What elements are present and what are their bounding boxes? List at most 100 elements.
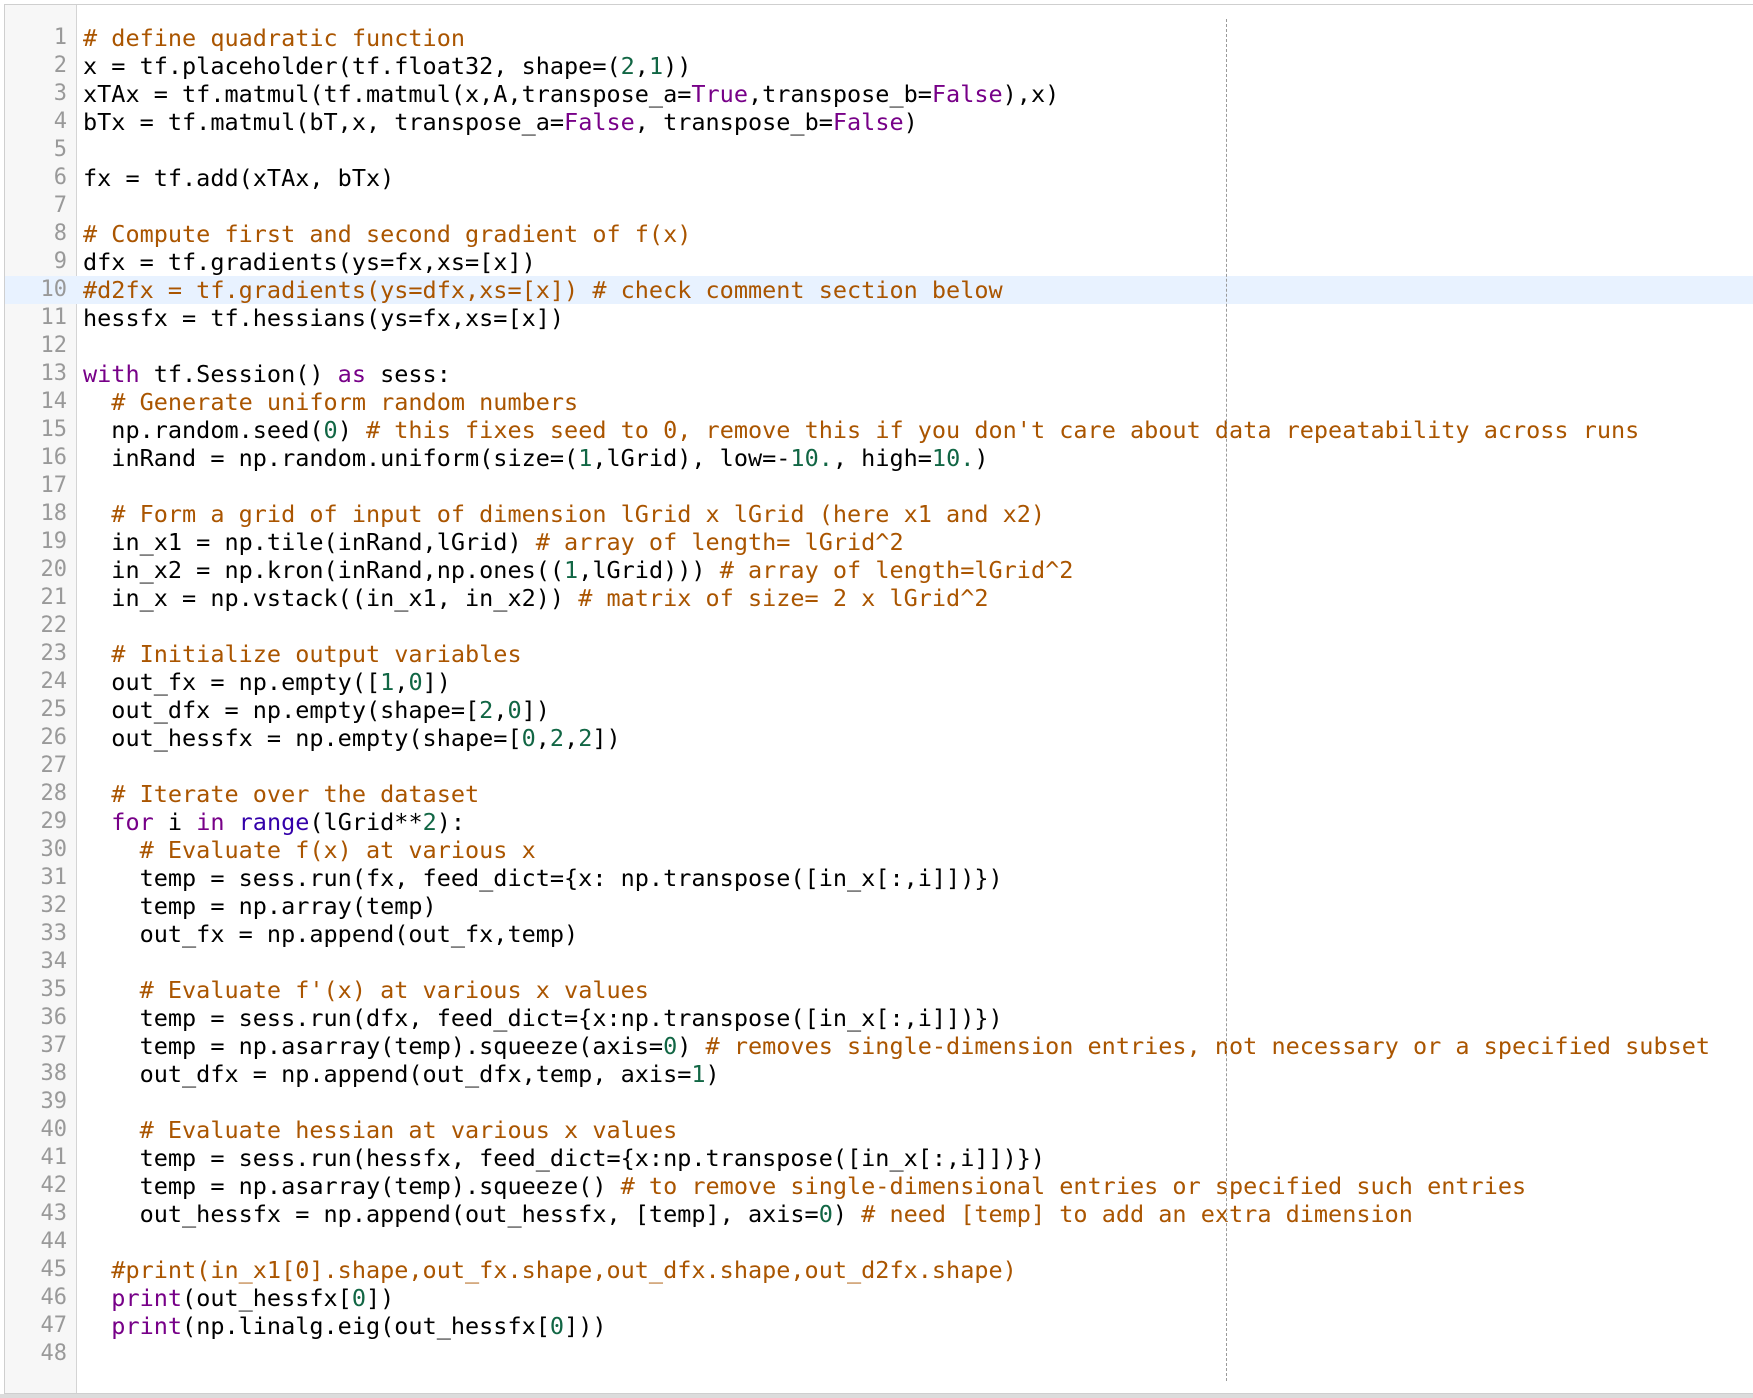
line-code[interactable]: in_x1 = np.tile(inRand,lGrid) # array of… <box>83 528 903 556</box>
line-code[interactable]: dfx = tf.gradients(ys=fx,xs=[x]) <box>83 248 536 276</box>
code-line[interactable]: 27 <box>5 752 1753 780</box>
code-line[interactable]: 32 temp = np.array(temp) <box>5 892 1753 920</box>
line-code[interactable]: # define quadratic function <box>83 24 465 52</box>
line-number: 41 <box>40 1145 68 1170</box>
code-line[interactable]: 31 temp = sess.run(fx, feed_dict={x: np.… <box>5 864 1753 892</box>
line-code[interactable]: temp = sess.run(fx, feed_dict={x: np.tra… <box>83 864 1003 892</box>
horizontal-scrollbar-track[interactable] <box>0 1394 1753 1398</box>
code-line[interactable]: 36 temp = sess.run(dfx, feed_dict={x:np.… <box>5 1004 1753 1032</box>
code-line[interactable]: 45 #print(in_x1[0].shape,out_fx.shape,ou… <box>5 1256 1753 1284</box>
code-line[interactable]: 10 #d2fx = tf.gradients(ys=dfx,xs=[x]) # … <box>5 276 1753 304</box>
code-line[interactable]: 26 out_hessfx = np.empty(shape=[0,2,2]) <box>5 724 1753 752</box>
line-code[interactable]: print(np.linalg.eig(out_hessfx[0])) <box>83 1312 606 1340</box>
line-code[interactable]: out_dfx = np.empty(shape=[2,0]) <box>83 696 550 724</box>
code-line[interactable]: 7 <box>5 192 1753 220</box>
code-line[interactable]: 2x = tf.placeholder(tf.float32, shape=(2… <box>5 52 1753 80</box>
code-line[interactable]: 41 temp = sess.run(hessfx, feed_dict={x:… <box>5 1144 1753 1172</box>
code-line[interactable]: 14 # Generate uniform random numbers <box>5 388 1753 416</box>
code-line[interactable]: 44 <box>5 1228 1753 1256</box>
code-line[interactable]: 30 # Evaluate f(x) at various x <box>5 836 1753 864</box>
code-editor[interactable]: 1 # define quadratic function 2 x = tf.plac… <box>4 4 1753 1394</box>
code-line[interactable]: 35 # Evaluate f'(x) at various x values <box>5 976 1753 1004</box>
code-lines[interactable]: 1 # define quadratic function 2 x = tf.plac… <box>5 24 1753 1368</box>
line-number: 3 <box>53 81 67 106</box>
code-line[interactable]: 43 out_hessfx = np.append(out_hessfx, [t… <box>5 1200 1753 1228</box>
code-line[interactable]: 21 in_x = np.vstack((in_x1, in_x2)) # ma… <box>5 584 1753 612</box>
line-code[interactable]: np.random.seed(0) # this fixes seed to 0… <box>83 416 1639 444</box>
code-line[interactable]: 9 dfx = tf.gradients(ys=fx,xs=[x]) <box>5 248 1753 276</box>
code-line[interactable]: 23 # Initialize output variables <box>5 640 1753 668</box>
code-line[interactable]: 29 for i in range(lGrid**2): <box>5 808 1753 836</box>
line-code[interactable]: temp = np.asarray(temp).squeeze() # to r… <box>83 1172 1527 1200</box>
line-code[interactable]: out_fx = np.append(out_fx,temp) <box>83 920 579 948</box>
code-token: 10. <box>931 444 975 472</box>
code-line[interactable]: 17 <box>5 472 1753 500</box>
code-line[interactable]: 19 in_x1 = np.tile(inRand,lGrid) # array… <box>5 528 1753 556</box>
line-code[interactable]: #print(in_x1[0].shape,out_fx.shape,out_d… <box>83 1256 1016 1284</box>
line-code[interactable]: for i in range(lGrid**2): <box>83 808 465 836</box>
line-code[interactable]: print(out_hessfx[0]) <box>83 1284 394 1312</box>
line-code[interactable]: out_dfx = np.append(out_dfx,temp, axis=1… <box>83 1060 720 1088</box>
line-code[interactable]: out_fx = np.empty([1,0]) <box>83 668 451 696</box>
code-line[interactable]: 15 np.random.seed(0) # this fixes seed t… <box>5 416 1753 444</box>
line-code[interactable]: temp = sess.run(dfx, feed_dict={x:np.tra… <box>83 1004 1003 1032</box>
code-token: ) <box>677 1032 706 1060</box>
line-code[interactable]: # Evaluate f'(x) at various x values <box>83 976 649 1004</box>
code-line[interactable]: 46 print(out_hessfx[0]) <box>5 1284 1753 1312</box>
line-code[interactable]: in_x2 = np.kron(inRand,np.ones((1,lGrid)… <box>83 556 1073 584</box>
line-code[interactable]: with tf.Session() as sess: <box>83 360 451 388</box>
code-line[interactable]: 42 temp = np.asarray(temp).squeeze() # t… <box>5 1172 1753 1200</box>
code-line[interactable]: 28 # Iterate over the dataset <box>5 780 1753 808</box>
code-line[interactable]: 4 bTx = tf.matmul(bT,x, transpose_a=False… <box>5 108 1753 136</box>
line-code[interactable]: in_x = np.vstack((in_x1, in_x2)) # matri… <box>83 584 988 612</box>
code-line[interactable]: 37 temp = np.asarray(temp).squeeze(axis=… <box>5 1032 1753 1060</box>
code-line[interactable]: 34 <box>5 948 1753 976</box>
code-line[interactable]: 18 # Form a grid of input of dimension l… <box>5 500 1753 528</box>
line-code[interactable]: temp = sess.run(hessfx, feed_dict={x:np.… <box>83 1144 1046 1172</box>
code-line[interactable]: 3 xTAx = tf.matmul(tf.matmul(x,A,transpos… <box>5 80 1753 108</box>
line-code[interactable]: out_hessfx = np.empty(shape=[0,2,2]) <box>83 724 620 752</box>
code-token: ,lGrid))) <box>578 556 720 584</box>
line-code[interactable]: #d2fx = tf.gradients(ys=dfx,xs=[x]) # ch… <box>83 276 1003 304</box>
code-line[interactable]: 1 # define quadratic function <box>5 24 1753 52</box>
line-code[interactable]: temp = np.array(temp) <box>83 892 437 920</box>
code-line[interactable]: 39 <box>5 1088 1753 1116</box>
code-line[interactable]: 20 in_x2 = np.kron(inRand,np.ones((1,lGr… <box>5 556 1753 584</box>
code-line[interactable]: 25 out_dfx = np.empty(shape=[2,0]) <box>5 696 1753 724</box>
code-line[interactable]: 24 out_fx = np.empty([1,0]) <box>5 668 1753 696</box>
line-code[interactable]: xTAx = tf.matmul(tf.matmul(x,A,transpose… <box>83 80 1059 108</box>
code-line[interactable]: 48 <box>5 1340 1753 1368</box>
code-line[interactable]: 12 <box>5 332 1753 360</box>
line-code[interactable]: # Iterate over the dataset <box>83 780 479 808</box>
line-code[interactable]: bTx = tf.matmul(bT,x, transpose_a=False,… <box>83 108 918 136</box>
line-code[interactable]: fx = tf.add(xTAx, bTx) <box>83 164 394 192</box>
code-line[interactable]: 13 with tf.Session() as sess: <box>5 360 1753 388</box>
code-line[interactable]: 33 out_fx = np.append(out_fx,temp) <box>5 920 1753 948</box>
code-token: for <box>111 808 154 836</box>
code-line[interactable]: 16 inRand = np.random.uniform(size=(1,lG… <box>5 444 1753 472</box>
code-token: ,lGrid), low=- <box>592 444 791 472</box>
line-code[interactable]: x = tf.placeholder(tf.float32, shape=(2,… <box>83 52 691 80</box>
code-token: temp = sess.run(dfx, feed_dict={x:np.tra… <box>83 1004 1003 1032</box>
line-code[interactable]: out_hessfx = np.append(out_hessfx, [temp… <box>83 1200 1413 1228</box>
code-token: ) <box>705 1060 720 1088</box>
code-token: ,transpose_b= <box>747 80 932 108</box>
line-code[interactable]: # Evaluate hessian at various x values <box>83 1116 678 1144</box>
code-line[interactable]: 40 # Evaluate hessian at various x value… <box>5 1116 1753 1144</box>
line-code[interactable]: # Form a grid of input of dimension lGri… <box>83 500 1045 528</box>
code-line[interactable]: 22 <box>5 612 1753 640</box>
line-code[interactable]: # Compute first and second gradient of f… <box>83 220 691 248</box>
line-code[interactable]: # Evaluate f(x) at various x <box>83 836 536 864</box>
code-line[interactable]: 38 out_dfx = np.append(out_dfx,temp, axi… <box>5 1060 1753 1088</box>
line-code[interactable]: # Generate uniform random numbers <box>83 388 578 416</box>
code-line[interactable]: 8 # Compute first and second gradient of … <box>5 220 1753 248</box>
line-code[interactable]: # Initialize output variables <box>83 640 521 668</box>
code-line[interactable]: 47 print(np.linalg.eig(out_hessfx[0])) <box>5 1312 1753 1340</box>
line-code[interactable]: inRand = np.random.uniform(size=(1,lGrid… <box>83 444 988 472</box>
code-line[interactable]: 6 fx = tf.add(xTAx, bTx) <box>5 164 1753 192</box>
line-code[interactable]: temp = np.asarray(temp).squeeze(axis=0) … <box>83 1032 1710 1060</box>
line-number: 17 <box>40 473 68 498</box>
code-line[interactable]: 5 <box>5 136 1753 164</box>
code-line[interactable]: 11 hessfx = tf.hessians(ys=fx,xs=[x]) <box>5 304 1753 332</box>
line-code[interactable]: hessfx = tf.hessians(ys=fx,xs=[x]) <box>83 304 564 332</box>
